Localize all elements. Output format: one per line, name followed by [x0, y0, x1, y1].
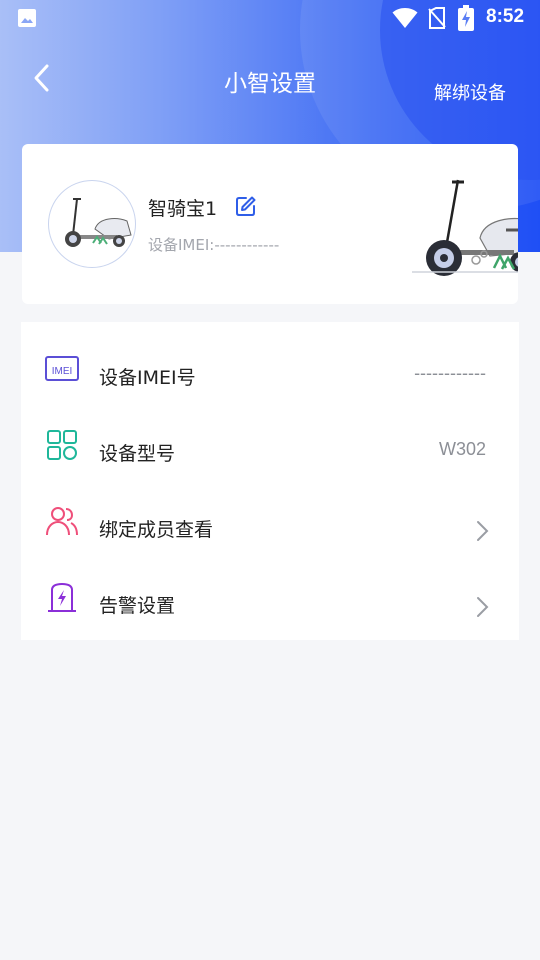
edit-icon[interactable] — [236, 196, 256, 216]
settings-item-value: W302 — [438, 439, 486, 459]
device-name: 智骑宝1 — [148, 198, 218, 220]
no-sim-icon — [428, 7, 446, 29]
unbind-device-button[interactable]: 解绑设备 — [434, 79, 506, 105]
settings-item-model[interactable]: 设备型号 W302 — [21, 406, 519, 482]
battery-charging-icon — [458, 5, 474, 31]
settings-item-value: ------------ — [414, 363, 486, 383]
settings-item-label: 绑定成员查看 — [99, 519, 214, 541]
members-icon — [46, 507, 78, 536]
device-avatar — [48, 180, 136, 268]
grid-icon — [47, 430, 77, 460]
scooter-avatar-icon — [65, 198, 132, 247]
svg-text:IMEI: IMEI — [52, 366, 73, 377]
settings-item-label: 告警设置 — [99, 595, 176, 617]
wifi-icon — [392, 8, 418, 28]
settings-item-label: 设备IMEI号 — [99, 367, 196, 389]
chevron-right-icon — [477, 597, 489, 617]
status-bar: 8:52 — [0, 0, 540, 36]
settings-item-members[interactable]: 绑定成员查看 — [21, 482, 519, 558]
settings-item-imei[interactable]: IMEI 设备IMEI号 ------------ — [21, 330, 519, 406]
device-card: 智骑宝1 设备IMEI:------------ — [22, 144, 518, 304]
settings-list: IMEI 设备IMEI号 ------------ 设备型号 W302 绑定成员… — [21, 322, 519, 640]
scooter-illustration — [412, 179, 518, 276]
device-imei-text: 设备IMEI:------------ — [148, 236, 280, 254]
settings-item-label: 设备型号 — [99, 443, 176, 465]
imei-icon: IMEI — [45, 356, 79, 381]
chevron-right-icon — [477, 521, 489, 541]
settings-item-alert[interactable]: 告警设置 — [21, 558, 519, 634]
status-time: 8:52 — [486, 6, 525, 27]
gallery-icon — [18, 9, 36, 27]
battery-alert-icon — [48, 582, 76, 612]
